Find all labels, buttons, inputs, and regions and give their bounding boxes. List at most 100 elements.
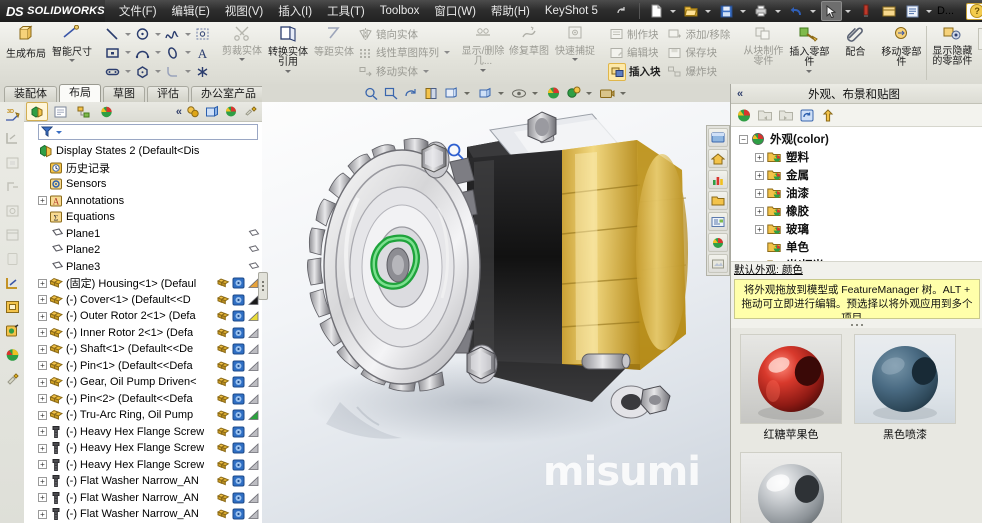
appearance-badge-icon[interactable] xyxy=(217,458,230,471)
tri-gray-icon[interactable] xyxy=(247,359,260,372)
polygon-icon[interactable] xyxy=(134,64,150,80)
decal-icon[interactable] xyxy=(3,370,21,388)
expand-plus-icon[interactable]: + xyxy=(38,311,47,321)
expand-plus-icon[interactable]: + xyxy=(755,206,764,216)
menu-item-insert[interactable]: 插入(I) xyxy=(278,3,312,19)
display-manager-tab[interactable] xyxy=(95,102,117,121)
appearance-ball-icon[interactable] xyxy=(735,106,753,124)
mate-button[interactable]: 配合 xyxy=(832,23,878,83)
menu-item-toolbox[interactable]: Toolbox xyxy=(380,5,420,17)
swatch-item[interactable]: 红糖苹果色 xyxy=(739,334,843,442)
appearance-tree-row[interactable]: + 橡胶 xyxy=(731,202,982,220)
view-toolbar[interactable] xyxy=(262,84,730,102)
menu-item-file[interactable]: 文件(F) xyxy=(119,3,157,19)
dim-tool-1-icon[interactable] xyxy=(3,154,21,172)
forward-folder-icon[interactable] xyxy=(777,106,795,124)
appearance-badge-icon[interactable] xyxy=(217,359,230,372)
tri-gray-icon[interactable] xyxy=(247,392,260,405)
feature-tree-row[interactable]: Plane3 xyxy=(24,259,262,276)
tri-gray-icon[interactable] xyxy=(247,491,260,504)
display-badge-icon[interactable] xyxy=(232,458,245,471)
select-pointer-icon[interactable] xyxy=(820,1,842,21)
refresh-icon[interactable] xyxy=(798,106,816,124)
appearance-tree-row[interactable]: + 塑料 xyxy=(731,148,982,166)
expand-plus-icon[interactable]: + xyxy=(755,188,764,198)
text-icon[interactable]: A xyxy=(194,45,210,61)
open-document-icon[interactable] xyxy=(681,1,702,21)
feature-tree-row[interactable]: Plane1 xyxy=(24,226,262,243)
tab-assembly[interactable]: 装配体 xyxy=(4,86,57,102)
home-icon[interactable] xyxy=(708,149,728,168)
appearance-badge-icon[interactable] xyxy=(217,425,230,438)
expand-plus-icon[interactable]: + xyxy=(38,460,47,470)
view-settings-icon[interactable] xyxy=(565,86,581,101)
collapse-minus-icon[interactable]: − xyxy=(739,134,748,144)
sketch-pattern-icon[interactable] xyxy=(194,26,210,42)
explode-block-button[interactable]: 爆炸块 xyxy=(667,63,731,81)
chevron-down-icon[interactable] xyxy=(239,58,245,61)
save-document-icon[interactable] xyxy=(716,1,737,21)
graphics-viewport[interactable]: misumi Y xyxy=(262,102,730,523)
tri-gray-icon[interactable] xyxy=(247,508,260,521)
make-block-button[interactable]: 制作块 xyxy=(608,25,661,43)
feature-tree-row[interactable]: + (-) Flat Washer Narrow_AN xyxy=(24,490,262,507)
insert-component-button[interactable]: 插入零部件 xyxy=(786,23,832,83)
appearance-paint-icon[interactable] xyxy=(3,322,21,340)
appearance-tree-row[interactable]: 单色 xyxy=(731,238,982,256)
appearance-ball-icon[interactable] xyxy=(708,233,728,252)
dim-tool-2-icon[interactable] xyxy=(3,178,21,196)
model-3d-oil-pump[interactable] xyxy=(262,102,730,523)
quick-access-toolbar[interactable]: D... ? 搜索 SolidWorks 帮助 ? xyxy=(612,0,982,22)
chevron-down-icon[interactable] xyxy=(69,59,75,62)
tri-gray-icon[interactable] xyxy=(247,425,260,438)
repair-sketch-button[interactable]: 修复草图 xyxy=(506,23,552,83)
tri-gray-icon[interactable] xyxy=(247,326,260,339)
appearance-badge-icon[interactable] xyxy=(217,392,230,405)
display-badge-icon[interactable] xyxy=(232,491,245,504)
print-icon[interactable] xyxy=(751,1,772,21)
swatch-item[interactable] xyxy=(739,452,843,523)
insert-block-button[interactable]: 插入块 xyxy=(608,62,661,81)
feature-tree-row[interactable]: + (-) Pin<2> (Default<<Defa xyxy=(24,391,262,408)
dim-tool-4-icon[interactable] xyxy=(3,226,21,244)
measure-icon[interactable] xyxy=(856,1,877,21)
rotate-view-icon[interactable] xyxy=(403,86,419,101)
appearance-badge-icon[interactable] xyxy=(217,376,230,389)
chevron-down-icon[interactable] xyxy=(572,58,578,61)
plane-badge-icon[interactable] xyxy=(247,244,260,257)
feature-tree-row[interactable]: + (固定) Housing<1> (Defaul xyxy=(24,275,262,292)
display-badge-icon[interactable] xyxy=(232,442,245,455)
display-badge-icon[interactable] xyxy=(232,475,245,488)
menu-item-tools[interactable]: 工具(T) xyxy=(327,3,365,19)
feature-manager-panel[interactable]: « Display States 2 (Default<Dis 历史记录 Senso… xyxy=(24,102,263,523)
display-state-icon[interactable] xyxy=(185,104,201,120)
zoom-to-fit-icon[interactable] xyxy=(363,86,379,101)
menu-item-keyshot[interactable]: KeyShot 5 xyxy=(545,5,598,17)
appearance-badge-icon[interactable] xyxy=(217,277,230,290)
tri-green-icon[interactable] xyxy=(247,409,260,422)
feature-tree-row[interactable]: + (-) Gear, Oil Pump Driven< xyxy=(24,374,262,391)
iso-view-icon[interactable] xyxy=(204,104,220,120)
trim-entities-button[interactable]: 剪裁实体 xyxy=(219,23,265,83)
folder-icon[interactable] xyxy=(708,191,728,210)
back-folder-icon[interactable] xyxy=(756,106,774,124)
slot-icon[interactable] xyxy=(104,64,120,80)
display-badge-icon[interactable] xyxy=(232,376,245,389)
tri-gray-icon[interactable] xyxy=(247,442,260,455)
expand-plus-icon[interactable]: + xyxy=(755,152,764,162)
appearance-tree-row[interactable]: + 油漆 xyxy=(731,184,982,202)
chevron-left-icon[interactable]: « xyxy=(731,88,749,100)
swatch-thumb-blue[interactable] xyxy=(854,334,956,424)
display-badge-icon[interactable] xyxy=(232,277,245,290)
menu-item-view[interactable]: 视图(V) xyxy=(225,3,263,19)
zoom-to-area-icon[interactable] xyxy=(383,86,399,101)
display-delete-relations-button[interactable]: 显示/删除几... xyxy=(460,23,506,83)
tab-layout[interactable]: 布局 xyxy=(59,84,101,102)
tri-gray-icon[interactable] xyxy=(247,458,260,471)
feature-tree-row[interactable]: 历史记录 xyxy=(24,160,262,177)
section-properties-icon[interactable] xyxy=(879,1,900,21)
spline-icon[interactable] xyxy=(164,26,180,42)
plane-badge-icon[interactable] xyxy=(247,227,260,240)
extrude-icon[interactable] xyxy=(3,130,21,148)
offset-entities-button[interactable]: 等距实体 xyxy=(311,23,357,83)
